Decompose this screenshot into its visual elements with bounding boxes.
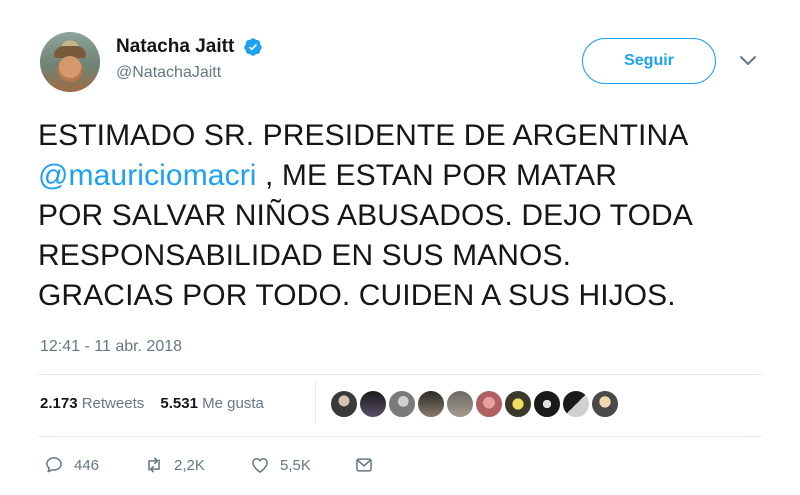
verified-badge-icon <box>243 38 262 56</box>
tweet-text: ESTIMADO SR. PRESIDENTE DE ARGENTINA @ma… <box>38 116 778 316</box>
divider <box>38 374 762 375</box>
mention-link[interactable]: @mauriciomacri <box>38 159 257 192</box>
message-icon <box>356 458 372 472</box>
avatar-face-shape <box>59 56 81 78</box>
tweet-card: Natacha Jaitt @NatachaJaitt Seguir ESTIM… <box>0 0 800 495</box>
liker-avatar[interactable] <box>504 390 532 418</box>
avatar[interactable] <box>40 32 100 92</box>
liker-avatar[interactable] <box>330 390 358 418</box>
liker-avatar[interactable] <box>475 390 503 418</box>
reply-count: 446 <box>74 456 100 474</box>
tweet-text-line: @mauriciomacri , ME ESTAN POR MATAR <box>38 156 778 196</box>
tweet-text-line: POR SALVAR NIÑOS ABUSADOS. DEJO TODA <box>38 199 693 232</box>
retweet-count: 2,2K <box>174 456 205 474</box>
like-action[interactable]: 5,5K <box>250 455 311 475</box>
retweets-count: 2.173 <box>40 395 78 412</box>
user-info: Natacha Jaitt @NatachaJaitt <box>116 36 263 82</box>
follow-button[interactable]: Seguir <box>582 38 716 84</box>
tweet-text-fragment: , ME ESTAN POR MATAR <box>256 159 618 192</box>
liker-avatar[interactable] <box>417 390 445 418</box>
direct-message-action[interactable] <box>354 455 384 475</box>
user-handle[interactable]: @NatachaJaitt <box>116 64 263 82</box>
retweets-label: Retweets <box>81 395 145 412</box>
reply-action[interactable]: 446 <box>44 455 99 475</box>
likes-count: 5.531 <box>160 395 198 412</box>
like-count: 5,5K <box>280 456 311 474</box>
likes-stat[interactable]: 5.531 Me gusta <box>160 395 263 412</box>
tweet-text-line: GRACIAS POR TODO. CUIDEN A SUS HIJOS. <box>38 279 676 312</box>
retweet-icon <box>148 457 160 473</box>
chevron-down-icon[interactable] <box>738 54 758 68</box>
retweets-stat[interactable]: 2.173 Retweets <box>40 395 144 412</box>
likes-label: Me gusta <box>202 395 264 412</box>
retweet-action[interactable]: 2,2K <box>144 455 205 475</box>
liker-avatar[interactable] <box>591 390 619 418</box>
tweet-text-line: ESTIMADO SR. PRESIDENTE DE ARGENTINA <box>38 119 689 152</box>
tweet-stats: 2.173 Retweets 5.531 Me gusta <box>40 395 276 412</box>
liker-avatar[interactable] <box>562 390 590 418</box>
tweet-text-line: RESPONSABILIDAD EN SUS MANOS. <box>38 239 572 272</box>
reply-icon <box>46 457 62 473</box>
liker-avatar[interactable] <box>533 390 561 418</box>
liker-avatar[interactable] <box>359 390 387 418</box>
stats-separator <box>315 382 316 424</box>
tweet-timestamp[interactable]: 12:41 - 11 abr. 2018 <box>40 338 182 356</box>
heart-icon <box>252 458 268 473</box>
liker-avatar[interactable] <box>388 390 416 418</box>
divider <box>38 436 762 437</box>
liker-avatar[interactable] <box>446 390 474 418</box>
display-name[interactable]: Natacha Jaitt <box>116 36 234 58</box>
